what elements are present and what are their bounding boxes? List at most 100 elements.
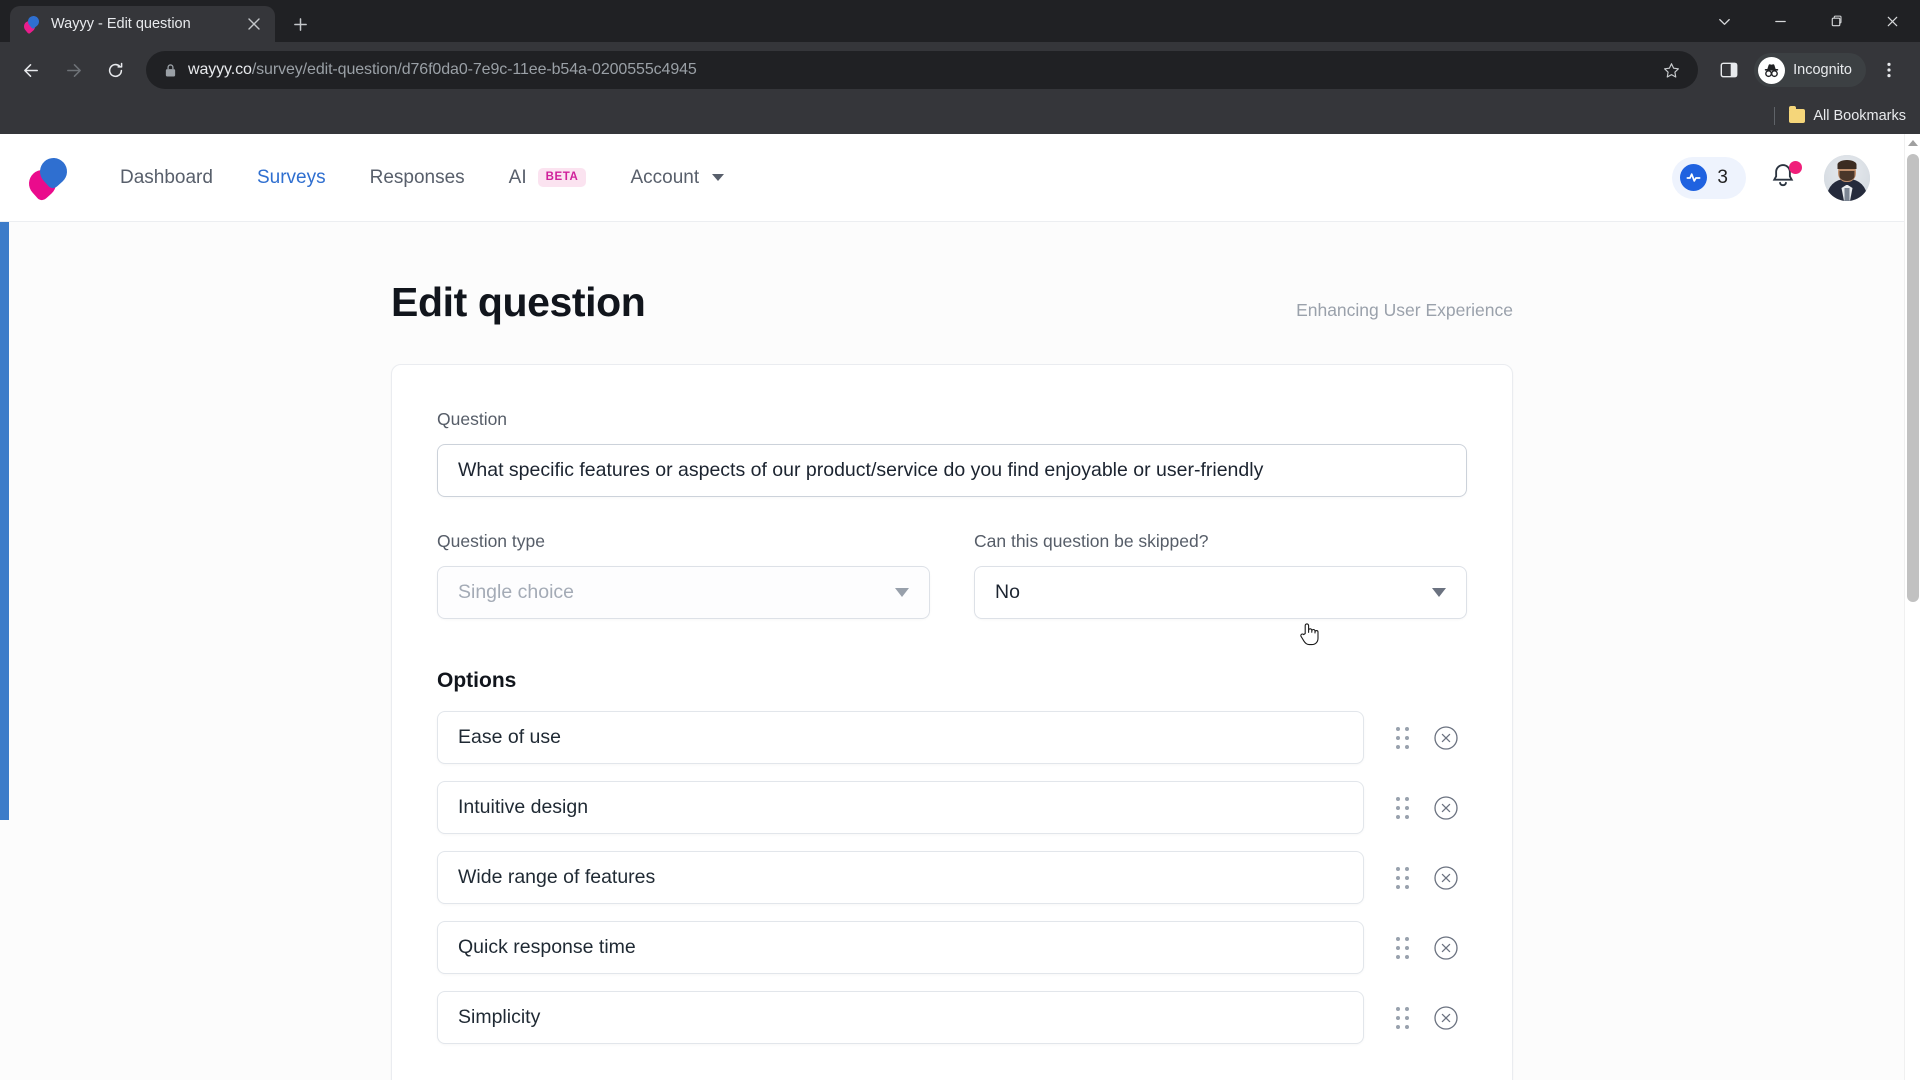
chevron-down-icon [712, 174, 725, 181]
close-icon[interactable] [243, 13, 265, 35]
question-type-select[interactable]: Single choice [437, 566, 930, 619]
circle-x-icon[interactable] [1426, 865, 1467, 891]
drag-handle-icon[interactable] [1380, 796, 1425, 819]
option-input[interactable]: Quick response time [437, 921, 1365, 974]
circle-x-icon[interactable] [1426, 935, 1467, 961]
circle-x-icon[interactable] [1426, 725, 1467, 751]
skippable-label: Can this question be skipped? [974, 531, 1209, 551]
beta-badge: BETA [537, 167, 587, 188]
drag-handle-icon[interactable] [1380, 866, 1425, 889]
all-bookmarks-label[interactable]: All Bookmarks [1813, 108, 1906, 124]
side-panel-icon[interactable] [1710, 51, 1748, 89]
window-controls [1696, 0, 1920, 42]
option-row: Ease of use [437, 711, 1467, 764]
tab-strip: Wayyy - Edit question [0, 0, 1920, 42]
credits-count: 3 [1717, 166, 1728, 188]
new-tab-button[interactable] [283, 7, 317, 41]
nav-item-surveys[interactable]: Surveys [235, 159, 348, 197]
scroll-up-button[interactable] [1905, 134, 1920, 151]
notification-dot [1789, 160, 1802, 174]
nav-right-cluster: 3 [1672, 154, 1870, 201]
drag-handle-icon[interactable] [1380, 936, 1425, 959]
option-value: Quick response time [458, 936, 636, 958]
profile-label: Incognito [1793, 62, 1852, 78]
scrollbar-thumb[interactable] [1907, 154, 1919, 602]
credits-badge[interactable]: 3 [1672, 156, 1746, 199]
option-input[interactable]: Intuitive design [437, 781, 1365, 834]
primary-nav: Dashboard Surveys Responses AI BETA Acco… [98, 159, 746, 197]
folder-icon [1789, 106, 1806, 123]
chevron-down-icon [1432, 588, 1446, 597]
nav-item-ai[interactable]: AI BETA [487, 159, 609, 197]
page-header: Edit question Enhancing User Experience [391, 222, 1513, 326]
option-row: Wide range of features [437, 851, 1467, 904]
question-type-label: Question type [437, 531, 545, 551]
drag-handle-icon[interactable] [1380, 726, 1425, 749]
option-row: Simplicity [437, 991, 1467, 1044]
minimize-button[interactable] [1752, 0, 1808, 42]
question-label: Question [437, 409, 508, 429]
nav-label: Account [630, 166, 700, 188]
nav-item-responses[interactable]: Responses [348, 159, 487, 197]
nav-label: Surveys [256, 166, 326, 188]
bookmarks-bar: All Bookmarks [0, 98, 1920, 134]
chevron-down-icon [895, 588, 909, 597]
activity-pulse-icon [1680, 164, 1708, 191]
three-dot-menu-icon[interactable] [1870, 51, 1908, 89]
option-value: Simplicity [458, 1006, 541, 1028]
nav-label: Dashboard [120, 166, 213, 188]
divider [1774, 107, 1776, 125]
avatar[interactable] [1824, 154, 1870, 201]
survey-name-label: Enhancing User Experience [1296, 300, 1513, 320]
drag-handle-icon[interactable] [1380, 1006, 1425, 1029]
wayyy-logo-icon[interactable] [23, 151, 73, 203]
browser-tab[interactable]: Wayyy - Edit question [10, 6, 275, 42]
option-row: Intuitive design [437, 781, 1467, 834]
nav-label: AI [508, 166, 527, 188]
tab-title: Wayyy - Edit question [51, 16, 191, 32]
options-heading: Options [437, 669, 517, 692]
option-value: Ease of use [458, 726, 561, 748]
question-value: What specific features or aspects of our… [458, 459, 1264, 481]
tab-search-button[interactable] [1696, 0, 1752, 42]
url-domain: wayyy.co [188, 61, 252, 78]
wayyy-logo-icon [21, 13, 42, 34]
reload-button[interactable] [96, 51, 134, 89]
question-input[interactable]: What specific features or aspects of our… [437, 444, 1467, 497]
circle-x-icon[interactable] [1426, 795, 1467, 821]
url-text: wayyy.co/survey/edit-question/d76f0da0-7… [188, 61, 1646, 79]
page-content: Edit question Enhancing User Experience … [0, 222, 1904, 1080]
address-bar[interactable]: wayyy.co/survey/edit-question/d76f0da0-7… [146, 51, 1699, 89]
browser-window: Wayyy - Edit question wayyy.co/survey/ed… [0, 0, 1920, 1080]
forward-button[interactable] [54, 51, 92, 89]
skippable-field: Can this question be skipped? No [974, 531, 1467, 619]
web-page: Dashboard Surveys Responses AI BETA Acco… [0, 134, 1904, 1080]
url-path: /survey/edit-question/d76f0da0-7e9c-11ee… [251, 61, 697, 78]
page-title: Edit question [391, 279, 646, 325]
question-type-field: Question type Single choice [437, 531, 930, 619]
back-button[interactable] [12, 51, 50, 89]
question-type-value: Single choice [458, 581, 574, 603]
skippable-select[interactable]: No [974, 566, 1467, 619]
app-navbar: Dashboard Surveys Responses AI BETA Acco… [0, 134, 1904, 222]
nav-item-account[interactable]: Account [608, 159, 746, 197]
skippable-value: No [995, 581, 1020, 603]
page-scrollbar[interactable] [1904, 134, 1920, 1080]
circle-x-icon[interactable] [1426, 1005, 1467, 1031]
notifications-button[interactable] [1770, 160, 1802, 194]
option-value: Intuitive design [458, 796, 589, 818]
option-value: Wide range of features [458, 866, 656, 888]
star-icon[interactable] [1656, 55, 1686, 85]
option-input[interactable]: Ease of use [437, 711, 1365, 764]
option-row: Quick response time [437, 921, 1467, 974]
page-viewport: Dashboard Surveys Responses AI BETA Acco… [0, 134, 1920, 1080]
option-input[interactable]: Wide range of features [437, 851, 1365, 904]
nav-label: Responses [369, 166, 465, 188]
field-row: Question type Single choice Can this que… [437, 531, 1467, 619]
maximize-button[interactable] [1808, 0, 1864, 42]
close-window-button[interactable] [1864, 0, 1920, 42]
nav-item-dashboard[interactable]: Dashboard [98, 159, 235, 197]
profile-incognito-button[interactable]: Incognito [1754, 53, 1866, 87]
option-input[interactable]: Simplicity [437, 991, 1365, 1044]
lock-icon [162, 62, 178, 78]
